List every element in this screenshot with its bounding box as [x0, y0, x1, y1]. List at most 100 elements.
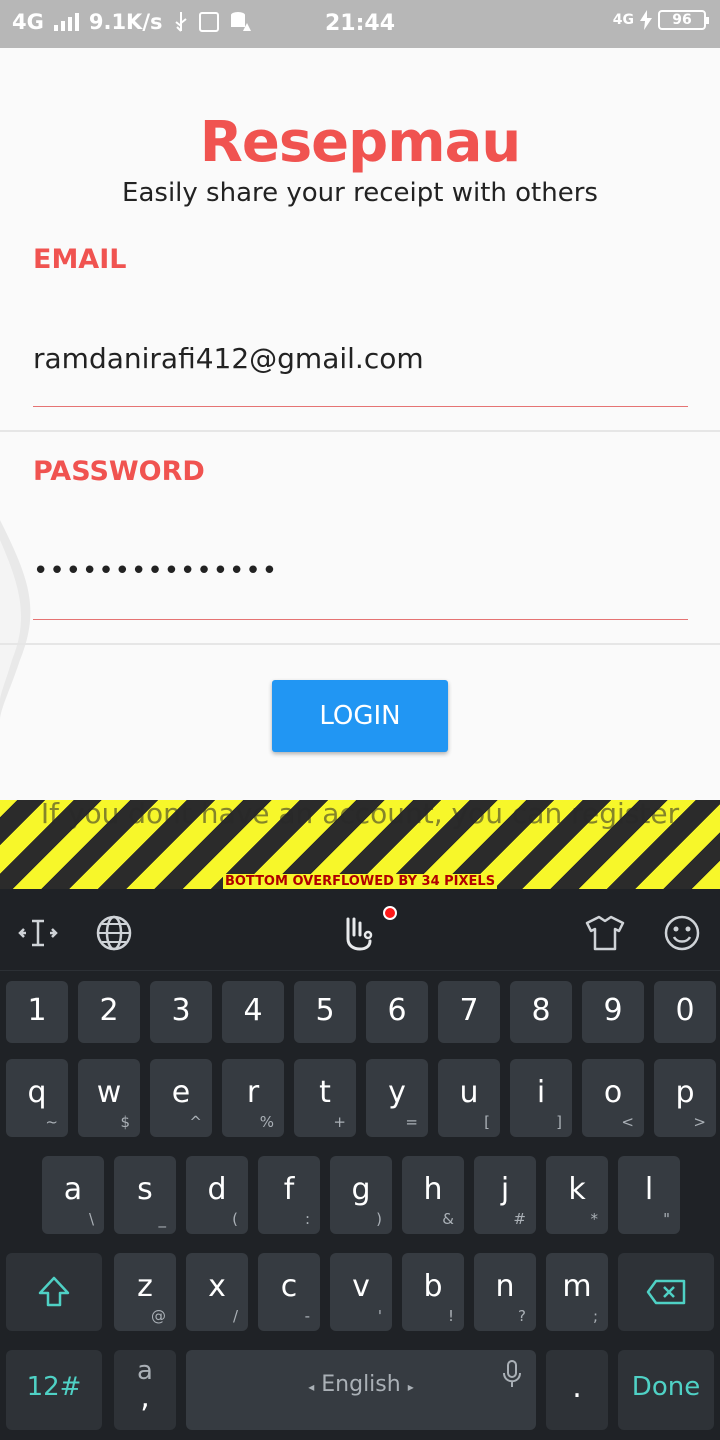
key-alt-label: : — [304, 1210, 310, 1228]
key-alt-label: & — [442, 1210, 454, 1228]
background-wave-decoration — [0, 520, 31, 720]
key-label: 9 — [603, 993, 623, 1028]
key-3[interactable]: 3 — [150, 981, 212, 1043]
key-alt-label: _ — [158, 1210, 167, 1228]
done-key[interactable]: Done — [618, 1350, 714, 1430]
battery-level: 96 — [672, 12, 692, 28]
space-key[interactable]: ◂ English ▸ — [186, 1350, 536, 1430]
key-label: s — [137, 1172, 153, 1207]
key-6[interactable]: 6 — [366, 981, 428, 1043]
key-u[interactable]: u[ — [438, 1059, 500, 1137]
key-alt-label: / — [232, 1307, 238, 1325]
notification-dot — [383, 906, 397, 920]
key-label: f — [283, 1172, 295, 1207]
key-alt-label: [ — [484, 1113, 490, 1131]
key-label: k — [568, 1172, 586, 1207]
status-bar: 4G 9.1K/s 21:44 4G 96 — [0, 0, 720, 48]
globe-icon[interactable] — [94, 913, 134, 953]
key-p[interactable]: p > — [654, 1059, 716, 1137]
key-d[interactable]: d( — [186, 1156, 248, 1234]
key-label: r — [246, 1075, 260, 1110]
key-i[interactable]: i] — [510, 1059, 572, 1137]
key-4[interactable]: 4 — [222, 981, 284, 1043]
key-f[interactable]: f: — [258, 1156, 320, 1234]
key-alt-label: ( — [232, 1210, 238, 1228]
chevron-left-icon: ◂ — [308, 1380, 315, 1394]
key-alt-label: ; — [592, 1307, 598, 1325]
key-z[interactable]: z @ — [114, 1253, 176, 1331]
key-2[interactable]: 2 — [78, 981, 140, 1043]
register-link[interactable]: If you dont have an account, you can reg… — [0, 800, 720, 830]
divider — [0, 430, 720, 432]
login-button[interactable]: LOGIN — [272, 680, 448, 752]
shift-key[interactable] — [6, 1253, 102, 1331]
key-8[interactable]: 8 — [510, 981, 572, 1043]
charging-icon — [640, 10, 652, 30]
key-0[interactable]: 0 — [654, 981, 716, 1043]
key-alt-label: ] — [556, 1113, 562, 1131]
symbols-key[interactable]: 12# — [6, 1350, 102, 1430]
key-y[interactable]: y = — [366, 1059, 428, 1137]
key-l[interactable]: l " — [618, 1156, 680, 1234]
key-label: w — [96, 1075, 122, 1110]
key-o[interactable]: o < — [582, 1059, 644, 1137]
email-label: EMAIL — [33, 244, 127, 275]
key-label: u — [459, 1075, 479, 1110]
key-label: 3 — [171, 993, 191, 1028]
key-e[interactable]: e ^ — [150, 1059, 212, 1137]
key-x[interactable]: x / — [186, 1253, 248, 1331]
password-field[interactable]: ••••••••••••••• — [33, 556, 278, 586]
key-label: 0 — [675, 993, 695, 1028]
cursor-control-icon[interactable] — [18, 913, 58, 953]
emoji-icon[interactable] — [662, 913, 702, 953]
divider — [0, 643, 720, 645]
key-label: , — [140, 1380, 150, 1415]
key-alt-label: - — [304, 1307, 310, 1325]
period-key[interactable]: . — [546, 1350, 608, 1430]
key-v[interactable]: v ' — [330, 1253, 392, 1331]
key-alt-label: + — [333, 1113, 346, 1131]
key-label: p — [675, 1075, 695, 1110]
key-alt-label: @ — [151, 1307, 166, 1325]
key-alt-label: > — [693, 1113, 706, 1131]
key-n[interactable]: n? — [474, 1253, 536, 1331]
key-m[interactable]: m; — [546, 1253, 608, 1331]
key-label: g — [351, 1172, 371, 1207]
backspace-key[interactable] — [618, 1253, 714, 1331]
key-label: q — [27, 1075, 47, 1110]
key-k[interactable]: k * — [546, 1156, 608, 1234]
key-label: z — [137, 1269, 153, 1304]
key-r[interactable]: r% — [222, 1059, 284, 1137]
key-b[interactable]: b! — [402, 1253, 464, 1331]
overflow-warning-text: BOTTOM OVERFLOWED BY 34 PIXELS — [222, 874, 498, 889]
key-c[interactable]: c- — [258, 1253, 320, 1331]
key-g[interactable]: g) — [330, 1156, 392, 1234]
network-type-right: 4G — [612, 12, 634, 28]
key-label: 2 — [99, 993, 119, 1028]
key-a[interactable]: a \ — [42, 1156, 104, 1234]
key-t[interactable]: t + — [294, 1059, 356, 1137]
key-9[interactable]: 9 — [582, 981, 644, 1043]
theme-shirt-icon[interactable] — [585, 913, 625, 953]
battery-icon: 96 — [658, 10, 709, 30]
comma-key[interactable]: a , — [114, 1350, 176, 1430]
key-1[interactable]: 1 — [6, 981, 68, 1043]
status-right: 4G 96 — [612, 10, 709, 30]
key-label: x — [208, 1269, 226, 1304]
key-label: 12# — [26, 1372, 82, 1402]
key-s[interactable]: s _ — [114, 1156, 176, 1234]
key-7[interactable]: 7 — [438, 981, 500, 1043]
key-q[interactable]: q ~ — [6, 1059, 68, 1137]
email-field[interactable]: ramdanirafi412@gmail.com — [33, 342, 424, 375]
key-label: v — [352, 1269, 370, 1304]
key-w[interactable]: w $ — [78, 1059, 140, 1137]
key-j[interactable]: j # — [474, 1156, 536, 1234]
key-label: 1 — [27, 993, 47, 1028]
gesture-hand-icon[interactable] — [340, 913, 380, 953]
key-5[interactable]: 5 — [294, 981, 356, 1043]
key-alt-label: " — [663, 1210, 670, 1228]
key-alt-label: ! — [447, 1307, 454, 1325]
backspace-icon — [646, 1279, 686, 1305]
chevron-right-icon: ▸ — [407, 1380, 414, 1394]
key-h[interactable]: h & — [402, 1156, 464, 1234]
